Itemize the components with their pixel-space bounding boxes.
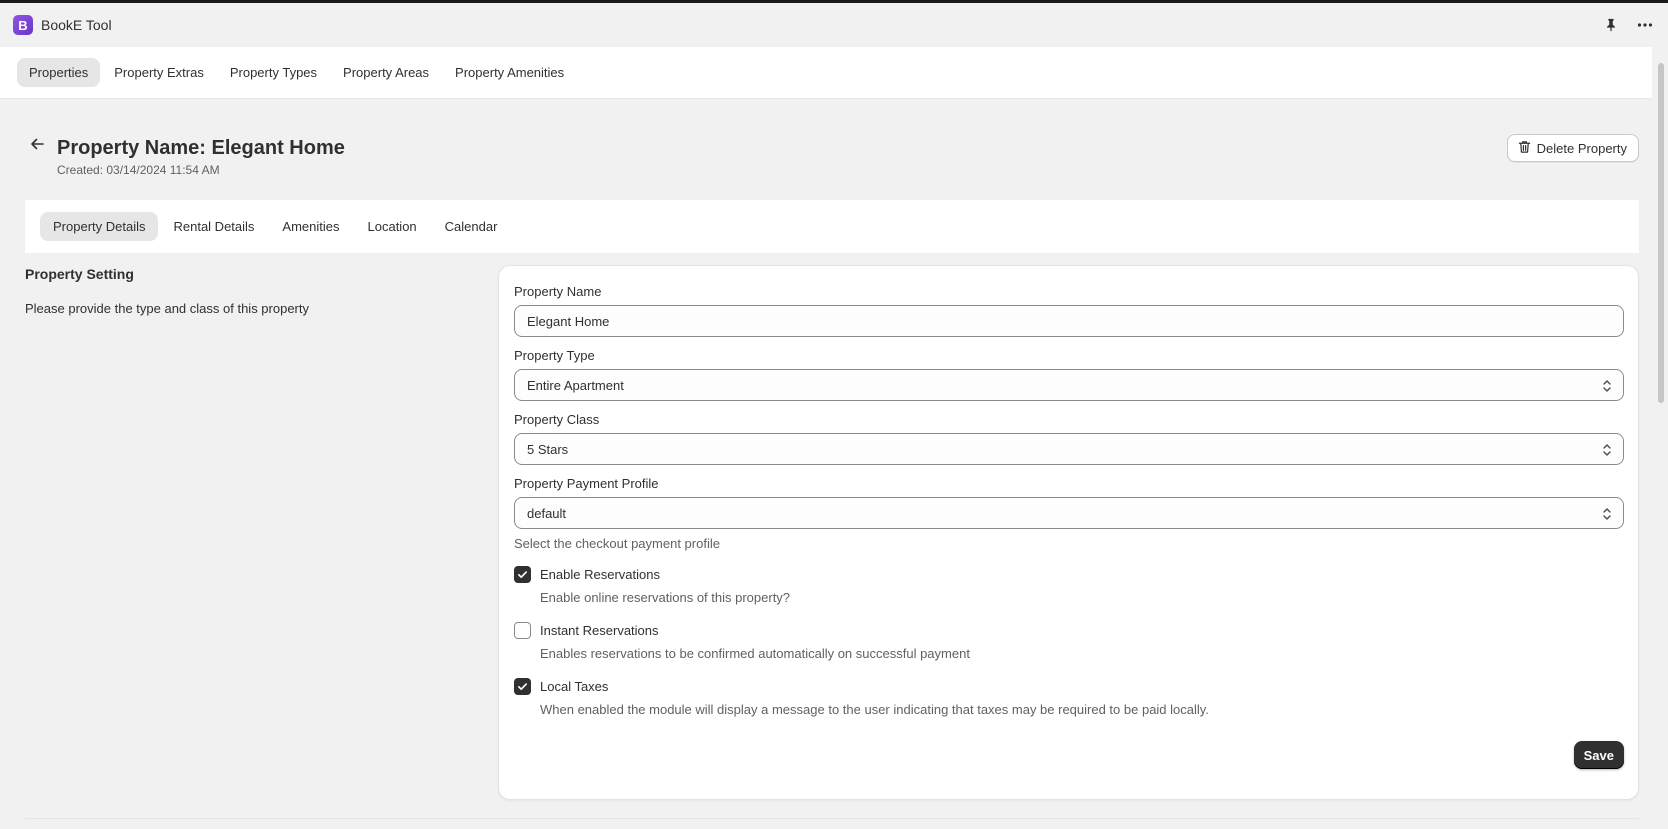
checkmark-icon [518, 571, 527, 578]
nav-tab-properties[interactable]: Properties [17, 58, 101, 87]
enable-reservations-checkbox[interactable] [514, 566, 531, 583]
local-taxes-label[interactable]: Local Taxes [540, 679, 608, 694]
payment-profile-value: default [527, 505, 567, 521]
nav-tab-property-amenities[interactable]: Property Amenities [443, 58, 576, 87]
chevron-up-down-icon [1603, 444, 1611, 456]
enable-reservations-help: Enable online reservations of this prope… [540, 590, 791, 605]
created-timestamp: Created: 03/14/2024 11:54 AM [57, 163, 220, 177]
nav-tab-property-extras[interactable]: Property Extras [102, 58, 216, 87]
scrollbar-thumb[interactable] [1658, 63, 1664, 403]
tab-rental-details[interactable]: Rental Details [160, 212, 267, 241]
nav-tab-property-types[interactable]: Property Types [218, 58, 329, 87]
app-bar-actions [1601, 15, 1655, 35]
section-info: Property Setting Please provide the type… [25, 266, 465, 316]
property-subtabs: Property Details Rental Details Amenitie… [25, 200, 1639, 253]
delete-property-label: Delete Property [1536, 140, 1627, 156]
property-name-input[interactable]: Elegant Home [514, 305, 1624, 337]
pin-icon[interactable] [1601, 15, 1621, 35]
section-description: Please provide the type and class of thi… [25, 301, 309, 316]
property-class-label: Property Class [514, 412, 600, 427]
app-logo: B [13, 15, 33, 35]
app-title: BookE Tool [41, 17, 112, 33]
page-header: Property Name: Elegant Home Created: 03/… [25, 128, 1639, 178]
chevron-up-down-icon [1603, 508, 1611, 520]
instant-reservations-checkbox[interactable] [514, 622, 531, 639]
trash-icon [1518, 140, 1531, 157]
property-name-label: Property Name [514, 284, 602, 299]
checkmark-icon [518, 683, 527, 690]
section-title: Property Setting [25, 266, 134, 282]
payment-profile-help: Select the checkout payment profile [514, 536, 720, 551]
instant-reservations-help: Enables reservations to be confirmed aut… [540, 646, 970, 661]
property-type-select[interactable]: Entire Apartment [514, 369, 1624, 401]
app-bar: B BookE Tool [0, 3, 1668, 47]
tab-calendar[interactable]: Calendar [432, 212, 511, 241]
page-scrollbar[interactable] [1656, 47, 1668, 829]
payment-profile-label: Property Payment Profile [514, 476, 659, 491]
page-title: Property Name: Elegant Home [57, 137, 345, 159]
tab-amenities[interactable]: Amenities [269, 212, 352, 241]
local-taxes-help: When enabled the module will display a m… [540, 702, 1209, 717]
chevron-up-down-icon [1603, 380, 1611, 392]
save-button[interactable]: Save [1573, 741, 1624, 769]
tab-location[interactable]: Location [355, 212, 430, 241]
tab-property-details[interactable]: Property Details [40, 212, 159, 241]
enable-reservations-label[interactable]: Enable Reservations [540, 567, 660, 582]
property-settings-card: Property Name Elegant Home Property Type… [498, 265, 1639, 800]
property-class-select[interactable]: 5 Stars [514, 433, 1624, 465]
instant-reservations-label[interactable]: Instant Reservations [540, 623, 659, 638]
property-class-value: 5 Stars [527, 441, 569, 457]
nav-tab-property-areas[interactable]: Property Areas [331, 58, 441, 87]
payment-profile-select[interactable]: default [514, 497, 1624, 529]
local-taxes-checkbox[interactable] [514, 678, 531, 695]
top-navigation: Properties Property Extras Property Type… [0, 47, 1652, 99]
more-horizontal-icon[interactable] [1635, 15, 1655, 35]
divider [25, 818, 1639, 819]
arrow-left-icon[interactable] [27, 134, 47, 154]
delete-property-button[interactable]: Delete Property [1506, 134, 1639, 162]
property-type-value: Entire Apartment [527, 377, 624, 393]
property-type-label: Property Type [514, 348, 595, 363]
